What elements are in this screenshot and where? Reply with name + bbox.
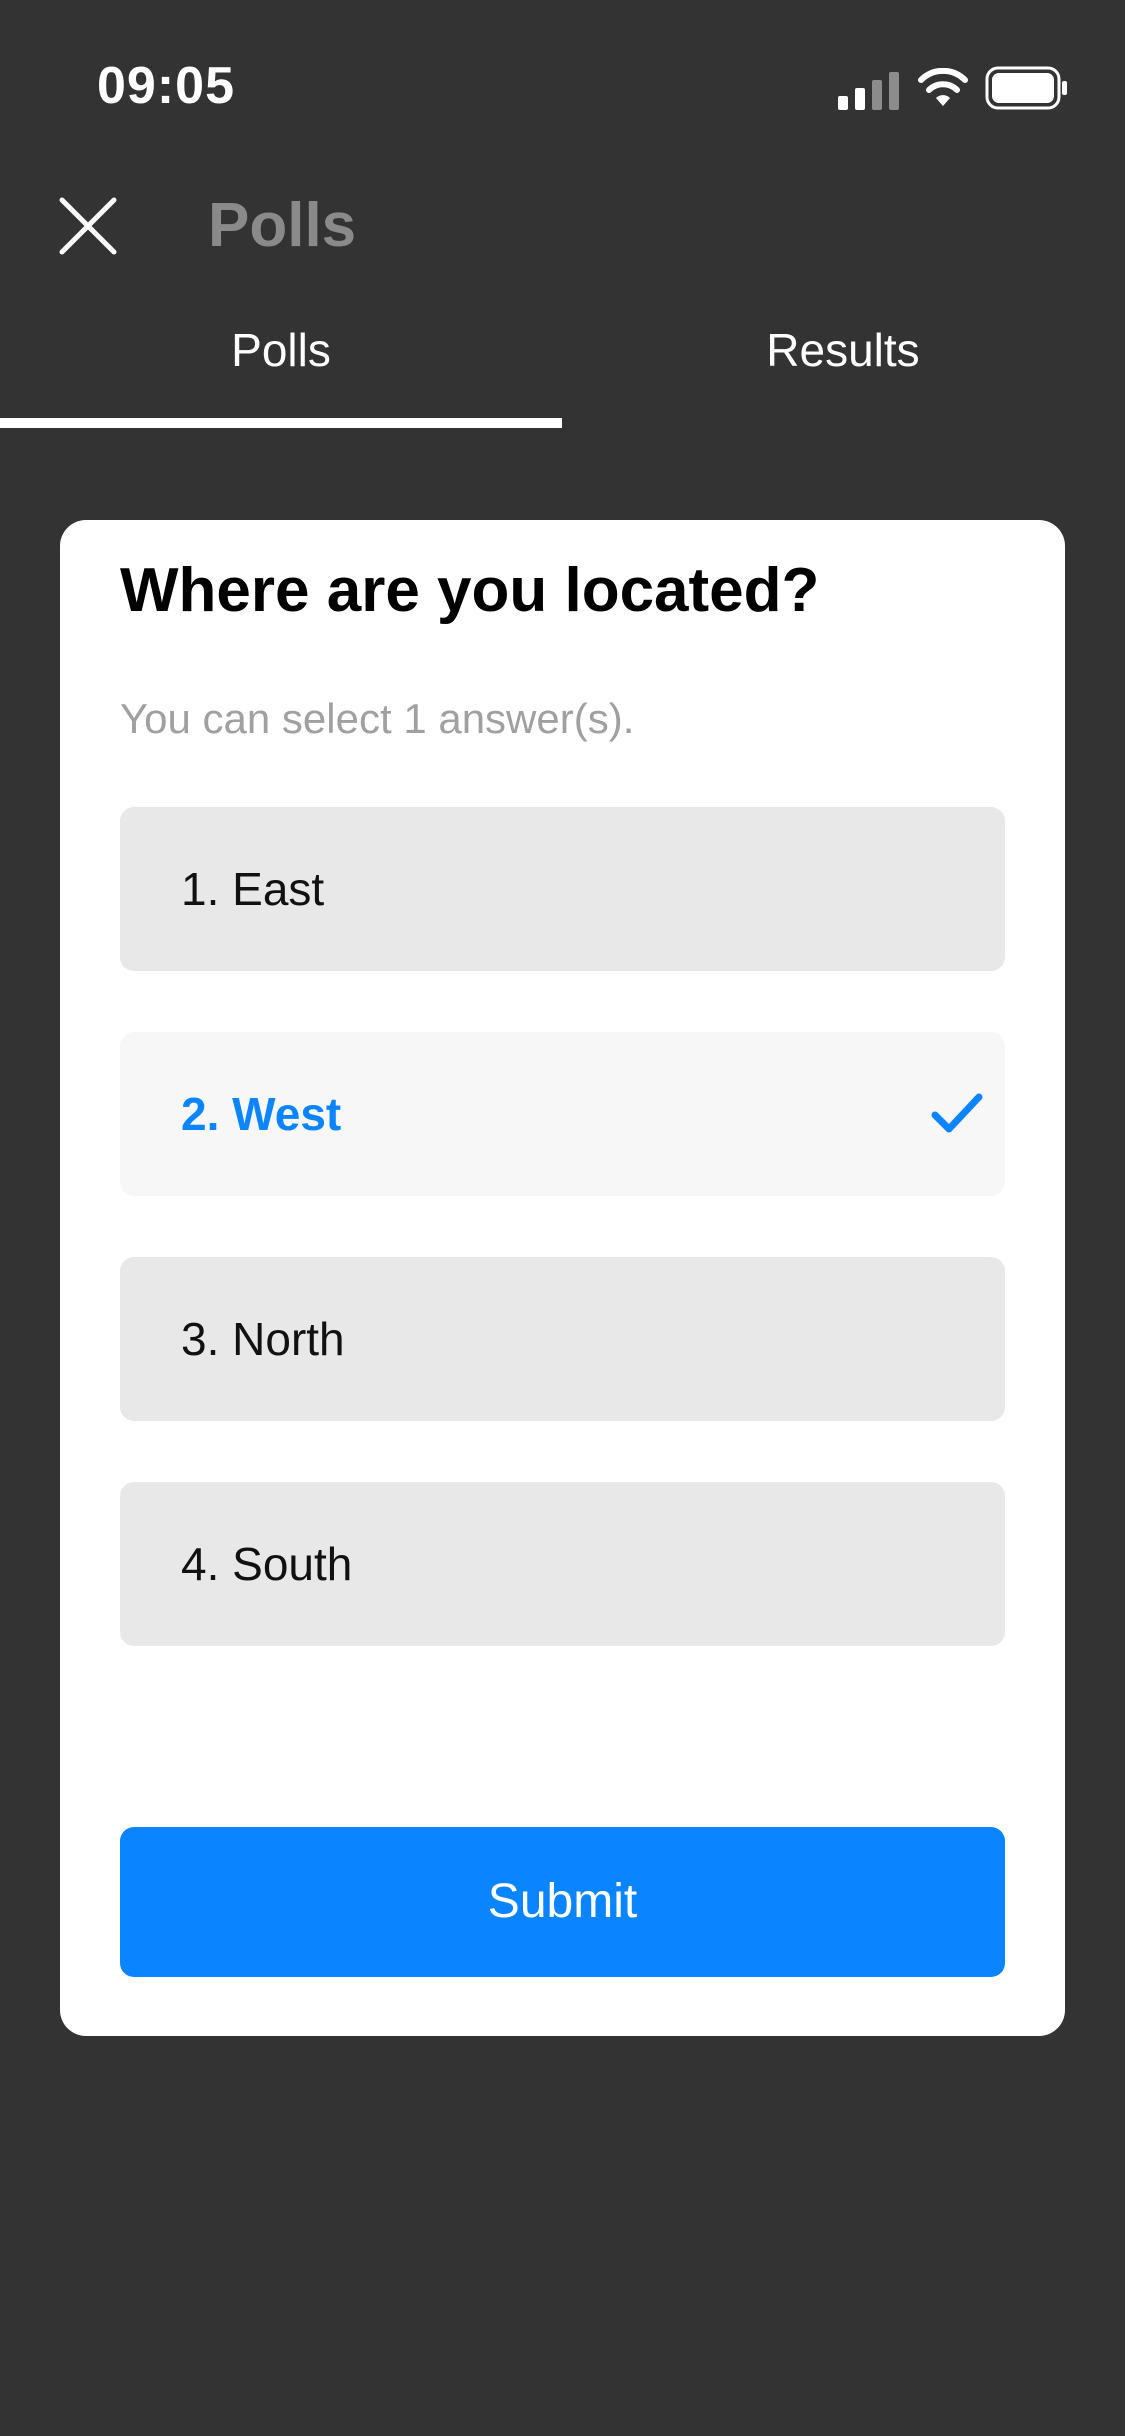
tab-polls[interactable]: Polls: [0, 310, 562, 430]
poll-option-south[interactable]: 4. South: [120, 1482, 1005, 1646]
battery-icon: [985, 66, 1067, 110]
tab-polls-label: Polls: [231, 324, 331, 376]
poll-question: Where are you located?: [120, 556, 820, 625]
poll-option-east[interactable]: 1. East: [120, 807, 1005, 971]
tab-results-label: Results: [766, 324, 920, 376]
page-title: Polls: [208, 191, 357, 260]
poll-option-label: 3. North: [181, 1313, 345, 1365]
wifi-icon: [918, 68, 968, 106]
tab-results[interactable]: Results: [562, 310, 1124, 430]
active-tab-indicator: [0, 418, 562, 428]
app-header: Polls: [0, 150, 1125, 300]
poll-option-north[interactable]: 3. North: [120, 1257, 1005, 1421]
poll-option-label: 2. West: [181, 1088, 342, 1140]
poll-hint: You can select 1 answer(s).: [120, 695, 635, 742]
status-bar: 09:05: [0, 0, 1125, 150]
poll-card: Where are you located? You can select 1 …: [60, 520, 1065, 2036]
close-icon[interactable]: [58, 196, 118, 256]
poll-option-west[interactable]: 2. West: [120, 1032, 1005, 1196]
status-time: 09:05: [97, 57, 235, 115]
poll-option-label: 1. East: [181, 863, 325, 915]
tab-bar: Polls Results: [0, 310, 1125, 430]
checkmark-icon: [931, 1093, 983, 1133]
signal-icon: [838, 72, 899, 110]
submit-button[interactable]: Submit: [120, 1827, 1005, 1977]
poll-option-label: 4. South: [181, 1538, 353, 1590]
